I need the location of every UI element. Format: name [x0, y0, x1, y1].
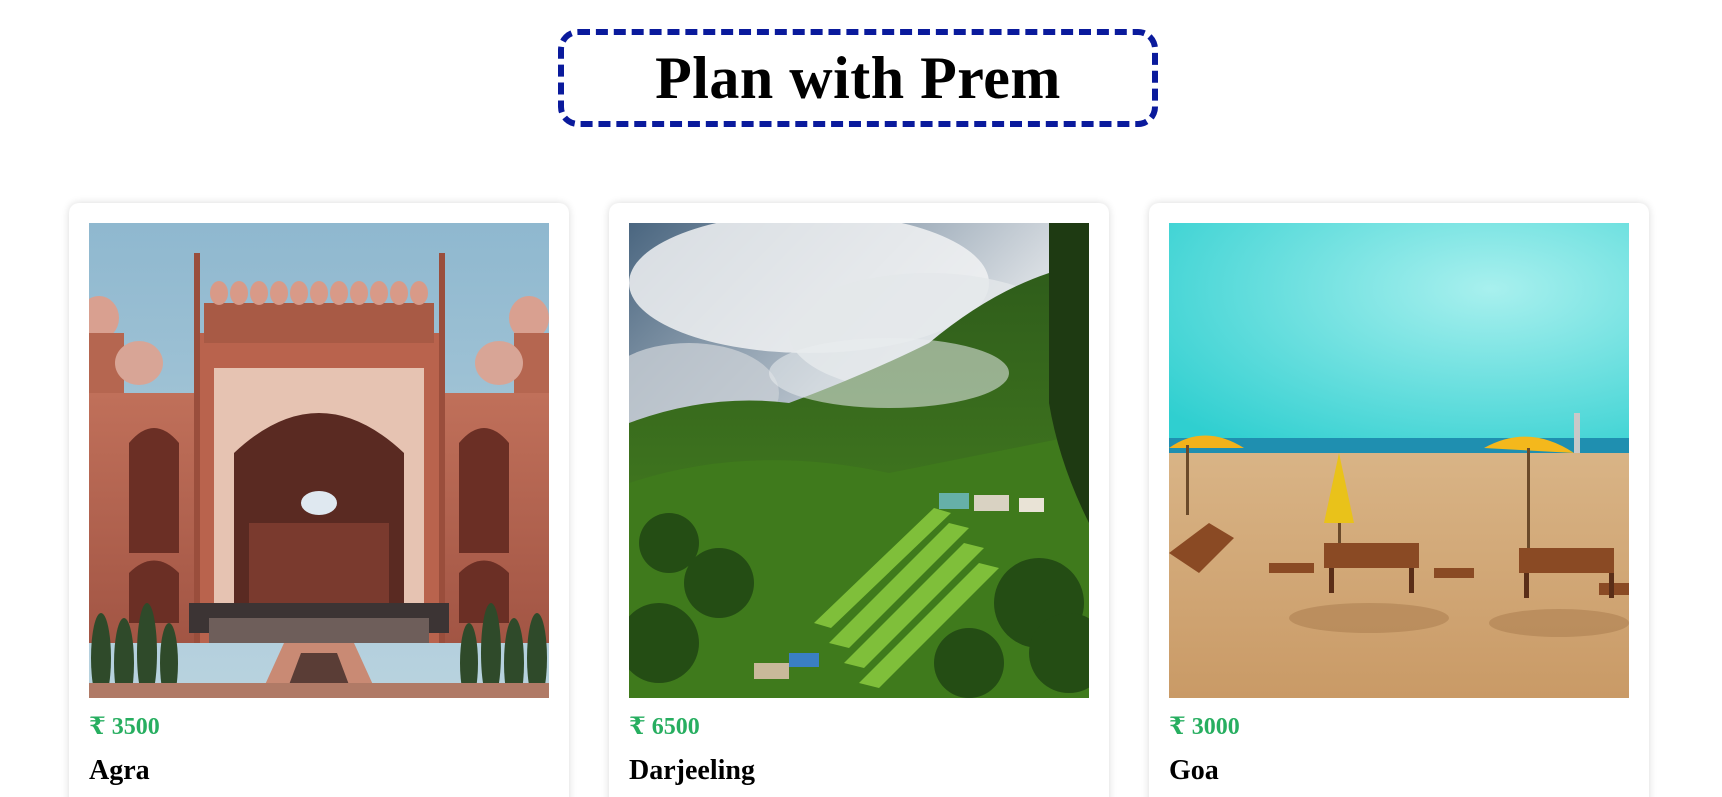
- destination-image-goa[interactable]: [1169, 223, 1629, 698]
- destination-price: ₹ 3500: [89, 714, 160, 740]
- page: Plan with Prem ₹ 3500 Agra ₹ 6500 Darjee…: [0, 0, 1722, 797]
- header-title-box: Plan with Prem: [558, 29, 1158, 127]
- destination-name: Goa: [1169, 755, 1219, 786]
- destination-card-agra[interactable]: ₹ 3500 Agra: [69, 203, 569, 797]
- destination-image-darjeeling[interactable]: [629, 223, 1089, 698]
- page-title: Plan with Prem: [655, 44, 1061, 111]
- destination-name: Darjeeling: [629, 755, 755, 786]
- destination-price: ₹ 6500: [629, 714, 700, 740]
- destination-card-darjeeling[interactable]: ₹ 6500 Darjeeling: [609, 203, 1109, 797]
- destination-image-agra[interactable]: [89, 223, 549, 698]
- destination-price: ₹ 3000: [1169, 714, 1240, 740]
- destination-card-goa[interactable]: ₹ 3000 Goa: [1149, 203, 1649, 797]
- destination-name: Agra: [89, 755, 150, 786]
